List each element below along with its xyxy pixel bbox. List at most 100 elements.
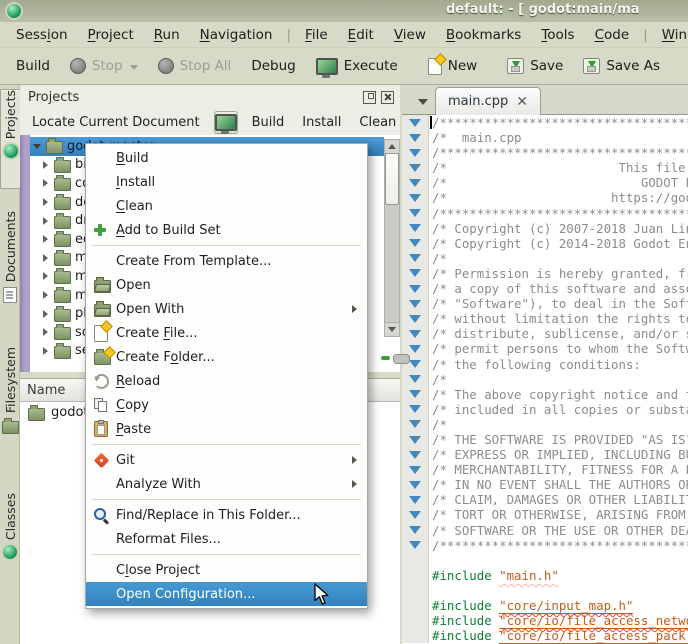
editor-line[interactable]: /* included in all copies or substantial…: [402, 402, 688, 417]
context-menu-item-copy[interactable]: Copy: [86, 393, 367, 417]
save-as-button[interactable]: Save As: [577, 54, 666, 78]
fold-marker[interactable]: [402, 115, 429, 130]
collapsed-arrow-icon[interactable]: [40, 291, 50, 299]
context-menu-item-close-project[interactable]: Close Project: [86, 558, 367, 582]
sidebar-tab-projects[interactable]: Projects: [0, 89, 21, 189]
menu-run[interactable]: Run: [144, 25, 190, 45]
fold-marker[interactable]: [402, 417, 429, 432]
tab-main-cpp[interactable]: main.cpp ✕: [435, 87, 541, 115]
menu-navigation[interactable]: Navigation: [190, 25, 283, 45]
context-menu-item-open-with[interactable]: Open With: [86, 297, 367, 321]
fold-marker[interactable]: [402, 221, 429, 236]
fold-marker[interactable]: [402, 387, 429, 402]
panel-float-icon[interactable]: [363, 91, 376, 104]
editor-line[interactable]: /* EXPRESS OR IMPLIED, INCLUDING BUT NOT…: [402, 447, 688, 462]
code-editor[interactable]: /***************************************…: [402, 115, 688, 644]
editor-line[interactable]: [402, 583, 688, 598]
collapsed-arrow-icon[interactable]: [40, 179, 50, 187]
editor-line[interactable]: /***************************************…: [402, 145, 688, 160]
context-menu-item-reformat-files[interactable]: Reformat Files...: [86, 527, 367, 551]
splitter-grip[interactable]: [393, 354, 410, 364]
context-menu-item-paste[interactable]: Paste: [86, 417, 367, 441]
collapsed-arrow-icon[interactable]: [40, 254, 50, 262]
editor-line[interactable]: /***************************************…: [402, 206, 688, 221]
fold-marker[interactable]: [402, 311, 429, 326]
fold-marker[interactable]: [402, 326, 429, 341]
splitter-grip-green[interactable]: [381, 356, 390, 360]
collapsed-arrow-icon[interactable]: [40, 235, 50, 243]
context-menu-item-add-to-build-set[interactable]: Add to Build Set: [86, 218, 367, 242]
editor-line[interactable]: /* permit persons to whom the Software i…: [402, 341, 688, 356]
stop-button[interactable]: Stop: [64, 54, 144, 78]
editor-line[interactable]: /* This file is part of: */: [402, 160, 688, 175]
fold-marker[interactable]: [402, 296, 429, 311]
sidebar-tab-classes[interactable]: Classes: [0, 493, 20, 597]
editor-line[interactable]: /* */: [402, 417, 688, 432]
editor-line[interactable]: /***************************************…: [402, 115, 688, 130]
fold-marker[interactable]: [402, 432, 429, 447]
fold-marker[interactable]: [402, 281, 429, 296]
menu-code[interactable]: Code: [585, 25, 640, 45]
tab-close-icon[interactable]: ✕: [516, 95, 528, 109]
fold-marker[interactable]: [402, 523, 429, 538]
fold-marker[interactable]: [402, 190, 429, 205]
editor-line[interactable]: /* "Software"), to deal in the Software …: [402, 296, 688, 311]
editor-line[interactable]: #include "core/io/file_access_network.h": [402, 613, 688, 628]
fold-marker[interactable]: [402, 402, 429, 417]
editor-line[interactable]: /* a copy of this software and associate…: [402, 281, 688, 296]
build-selection-button[interactable]: [214, 111, 238, 134]
editor-line[interactable]: /* The above copyright notice and this p…: [402, 387, 688, 402]
menu-file[interactable]: File: [295, 25, 338, 45]
locate-current-document-button[interactable]: Locate Current Document: [24, 112, 208, 133]
stop-all-button[interactable]: Stop All: [152, 54, 238, 78]
fold-marker[interactable]: [402, 160, 429, 175]
editor-line[interactable]: /* main.cpp */: [402, 130, 688, 145]
menu-tools[interactable]: Tools: [531, 25, 584, 45]
collapsed-arrow-icon[interactable]: [40, 217, 50, 225]
collapsed-arrow-icon[interactable]: [40, 310, 50, 318]
expanded-arrow-icon[interactable]: [32, 144, 42, 149]
editor-line[interactable]: /* CLAIM, DAMAGES OR OTHER LIABILITY, WH…: [402, 492, 688, 507]
editor-line[interactable]: /* GODOT ENGINE */: [402, 175, 688, 190]
sidebar-tab-filesystem[interactable]: Filesystem: [0, 347, 20, 467]
context-menu-item-install[interactable]: Install: [86, 170, 367, 194]
fold-marker[interactable]: [402, 145, 429, 160]
save-button[interactable]: Save: [501, 54, 569, 78]
sidebar-tab-documents[interactable]: Documents: [0, 211, 20, 325]
editor-line[interactable]: /* IN NO EVENT SHALL THE AUTHORS OR COPY…: [402, 477, 688, 492]
editor-line[interactable]: /* */: [402, 372, 688, 387]
panel-install-button[interactable]: Install: [294, 112, 349, 133]
collapsed-arrow-icon[interactable]: [40, 347, 50, 355]
context-menu-item-git[interactable]: Git: [86, 448, 367, 472]
context-menu-item-create-file[interactable]: Create File...: [86, 321, 367, 345]
editor-line[interactable]: /* Permission is hereby granted, free of…: [402, 266, 688, 281]
editor-line[interactable]: /* distribute, sublicense, and/or sell c…: [402, 326, 688, 341]
undo-button[interactable]: Undo: [684, 53, 688, 79]
editor-line[interactable]: /* the following conditions: */: [402, 357, 688, 372]
context-menu-item-create-from-template[interactable]: Create From Template...: [86, 249, 367, 273]
execute-button[interactable]: Execute: [310, 54, 404, 79]
menu-bookmarks[interactable]: Bookmarks: [436, 25, 531, 45]
context-menu-item-analyze-with[interactable]: Analyze With: [86, 472, 367, 496]
fold-marker[interactable]: [402, 492, 429, 507]
new-button[interactable]: New: [422, 54, 483, 79]
editor-line[interactable]: #include "core/input_map.h": [402, 598, 688, 613]
scroll-down-icon[interactable]: [385, 322, 399, 336]
dropdown-arrow-icon[interactable]: [130, 65, 138, 70]
menu-window[interactable]: Window: [652, 25, 688, 45]
panel-clean-button[interactable]: Clean: [351, 112, 404, 133]
collapsed-arrow-icon[interactable]: [40, 161, 50, 169]
editor-line[interactable]: #include "main.h": [402, 568, 688, 583]
editor-line[interactable]: /* without limitation the rights to use,…: [402, 311, 688, 326]
editor-line[interactable]: /* */: [402, 251, 688, 266]
context-menu-item-build[interactable]: Build: [86, 146, 367, 170]
editor-line[interactable]: [402, 553, 688, 568]
context-menu-item-clean[interactable]: Clean: [86, 194, 367, 218]
editor-line[interactable]: /* TORT OR OTHERWISE, ARISING FROM, OUT …: [402, 507, 688, 522]
tree-scrollbar[interactable]: [384, 139, 400, 337]
fold-marker[interactable]: [402, 477, 429, 492]
menu-edit[interactable]: Edit: [338, 25, 384, 45]
scrollbar-thumb[interactable]: [385, 153, 399, 205]
fold-marker[interactable]: [402, 462, 429, 477]
build-button[interactable]: Build: [10, 54, 56, 78]
